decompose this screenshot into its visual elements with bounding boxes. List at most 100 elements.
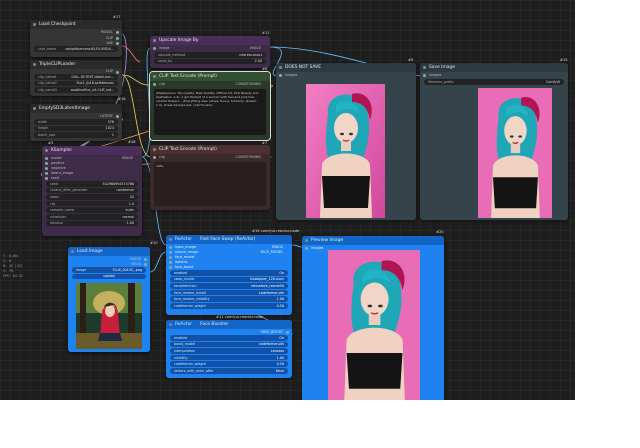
widget-label: codeformer_weight (174, 303, 206, 308)
input-seed[interactable]: seed (42, 175, 142, 180)
output-face-boost[interactable]: FACE_BOOST (166, 329, 292, 334)
widget-label: swap_model (174, 277, 195, 282)
steps-widget[interactable]: steps 20 (46, 194, 138, 200)
preview-does-not-save-node[interactable]: DOES NOT SAVE images (276, 63, 416, 220)
widget-label: denoise (50, 221, 63, 226)
boost-model-widget[interactable]: boost_model codeformer.pth (170, 341, 288, 348)
node-header[interactable]: Upscale Image By (150, 36, 270, 45)
collapse-dot-icon[interactable] (33, 23, 36, 26)
load-checkpoint-node[interactable]: Load Checkpoint MODEL CLIP VAE ckpt_name… (30, 20, 122, 57)
sampler-name-widget[interactable]: sampler_name euler (46, 207, 138, 213)
restore-with-main-after-widget[interactable]: restore_with_main_after False (170, 367, 288, 374)
widget-label: enabled (174, 335, 188, 340)
empty-latent-node[interactable]: EmptySD3LatentImage LATENT width 576 heig… (30, 104, 122, 141)
node-header[interactable]: Save Image (420, 63, 568, 72)
collapse-dot-icon[interactable] (423, 66, 426, 69)
interpolation-widget[interactable]: interpolation Lanczos (170, 348, 288, 354)
output-vae[interactable]: VAE (30, 40, 122, 45)
output-latent[interactable]: LATENT (30, 113, 122, 118)
upload-button[interactable]: upload (72, 273, 146, 280)
filename-prefix-widget[interactable]: filename_prefix ComfyUI (424, 79, 564, 85)
collapse-dot-icon[interactable] (71, 250, 74, 253)
node-title: CLIP Text Encode (Prompt) (159, 74, 217, 79)
preview-image-node[interactable]: Preview Image images (302, 236, 444, 400)
input-clip[interactable]: clip CONDITIONING (150, 154, 270, 160)
widget-value: On (279, 335, 284, 340)
node-header[interactable]: CLIP Text Encode (Prompt) (150, 145, 270, 154)
input-image[interactable]: image IMAGE (150, 45, 270, 51)
output-mask[interactable]: MASK (68, 261, 150, 266)
face-restore-model-widget[interactable]: face_restore_model codeformer.pth (170, 289, 288, 296)
codeformer-weight-widget[interactable]: codeformer_weight 0.50 (170, 361, 288, 367)
node-header[interactable]: Preview Image (302, 236, 444, 245)
reactor-fast-face-swap-node[interactable]: ReActor Fast Face Swap (ReActor) input_im… (166, 235, 292, 315)
widget-label: batch_size (38, 132, 56, 137)
save-image-node[interactable]: Save Image images filename_prefix ComfyUI (420, 63, 568, 220)
node-header[interactable]: KSampler (42, 146, 142, 155)
reactor-face-booster-node[interactable]: ReActor Face Booster FACE_BOOST enabled On… (166, 320, 292, 378)
enabled-toggle[interactable]: enabled On (170, 335, 288, 341)
node-header[interactable]: TripleCLIPLoader (30, 60, 122, 69)
clip-name2-widget[interactable]: clip_name2 flux1_fp16.safetensors (34, 80, 118, 87)
node-header[interactable]: ReActor Face Booster (166, 320, 292, 329)
collapse-dot-icon[interactable] (279, 66, 282, 69)
upscale-method-widget[interactable]: upscale_method nearest-exact (154, 52, 266, 58)
node-title: Fast Face Swap (ReActor) (200, 237, 256, 242)
enabled-toggle[interactable]: enabled On (170, 270, 288, 276)
ksampler-node[interactable]: KSampler model IMAGE positive negative la… (42, 146, 142, 236)
seed-widget[interactable]: seed 542988994374766 (46, 181, 138, 187)
facedetection-widget[interactable]: facedetection retinaface_resnet50 (170, 283, 288, 289)
prompt-textarea[interactable]: (Masterpiece, Top Quality, Best Quality,… (154, 89, 266, 135)
collapse-dot-icon[interactable] (169, 238, 172, 241)
collapse-dot-icon[interactable] (153, 148, 156, 151)
swap-model-widget[interactable]: swap_model inswapper_128.onnx (170, 276, 288, 283)
node-header[interactable]: DOES NOT SAVE (276, 63, 416, 72)
node-header[interactable]: Load Checkpoint (30, 20, 122, 29)
clip-name3-widget[interactable]: clip_name3 sosdlineflux_vit-CLIP_saf... (34, 87, 118, 93)
image-select-widget[interactable]: image FLUX_00155_.png (72, 267, 146, 273)
input-label: model (51, 155, 62, 160)
clip-text-encode-positive-node[interactable]: CLIP Text Encode (Prompt) clip CONDITIONI… (149, 71, 271, 141)
collapse-dot-icon[interactable] (33, 63, 36, 66)
denoise-widget[interactable]: denoise 1.00 (46, 220, 138, 227)
input-images[interactable]: images (420, 72, 568, 78)
batch-size-widget[interactable]: batch_size 1 (34, 132, 118, 138)
collapse-dot-icon[interactable] (305, 239, 308, 242)
triple-clip-loader-node[interactable]: TripleCLIPLoader CLIP clip_name1 t5XL-1B-… (30, 60, 122, 96)
forest-portrait-image-icon (76, 283, 142, 349)
cfg-widget[interactable]: cfg 1.0 (46, 200, 138, 207)
ckpt-name-widget[interactable]: ckpt_name sdxlpdfpersonalXLFLUXSDX... (34, 46, 118, 52)
node-header[interactable]: Load Image (68, 247, 150, 256)
load-image-node[interactable]: Load Image IMAGE MASK image FLUX_00155_.p… (68, 247, 150, 352)
codeformer-weight-widget[interactable]: codeformer_weight 0.50 (170, 302, 288, 309)
clip-text-encode-negative-node[interactable]: CLIP Text Encode (Prompt) clip CONDITIONI… (150, 145, 270, 210)
node-header[interactable]: ReActor Fast Face Swap (ReActor) (166, 235, 292, 244)
widget-value: False (275, 368, 284, 373)
height-widget[interactable]: height 1024 (34, 125, 118, 132)
width-widget[interactable]: width 576 (34, 119, 118, 125)
node-header[interactable]: CLIP Text Encode (Prompt) (150, 72, 270, 81)
output-clip[interactable]: CLIP (30, 69, 122, 74)
input-images[interactable]: images (276, 72, 416, 78)
collapse-dot-icon[interactable] (33, 107, 36, 110)
visibility-widget[interactable]: visibility 1.00 (170, 354, 288, 361)
node-graph-canvas[interactable]: Load Checkpoint MODEL CLIP VAE ckpt_name… (0, 0, 575, 400)
output-label: CLIP (105, 69, 113, 73)
collapse-dot-icon[interactable] (153, 75, 156, 78)
input-face-boost[interactable]: face_boost (166, 264, 292, 269)
scheduler-widget[interactable]: scheduler normal (46, 213, 138, 220)
prompt-textarea[interactable]: nsfw, (154, 162, 266, 206)
node-header[interactable]: EmptySD3LatentImage (30, 104, 122, 113)
control-after-generate-widget[interactable]: control_after_generate randomize (46, 187, 138, 194)
node-id-badge: #11 (262, 31, 270, 35)
input-clip[interactable]: clip CONDITIONING (150, 81, 270, 87)
scale-by-widget[interactable]: scale_by 2.00 (154, 58, 266, 65)
clip-name1-widget[interactable]: clip_name1 t5XL-1B-TEXT-detail.enc... (34, 74, 118, 80)
input-label: positive (51, 160, 65, 165)
upscale-image-by-node[interactable]: Upscale Image By image IMAGE upscale_meth… (150, 36, 270, 68)
face-restore-visibility-widget[interactable]: face_restore_visibility 1.00 (170, 296, 288, 302)
widget-value: retinaface_resnet50 (251, 283, 284, 288)
collapse-dot-icon[interactable] (153, 39, 156, 42)
collapse-dot-icon[interactable] (169, 323, 172, 326)
collapse-dot-icon[interactable] (45, 149, 48, 152)
